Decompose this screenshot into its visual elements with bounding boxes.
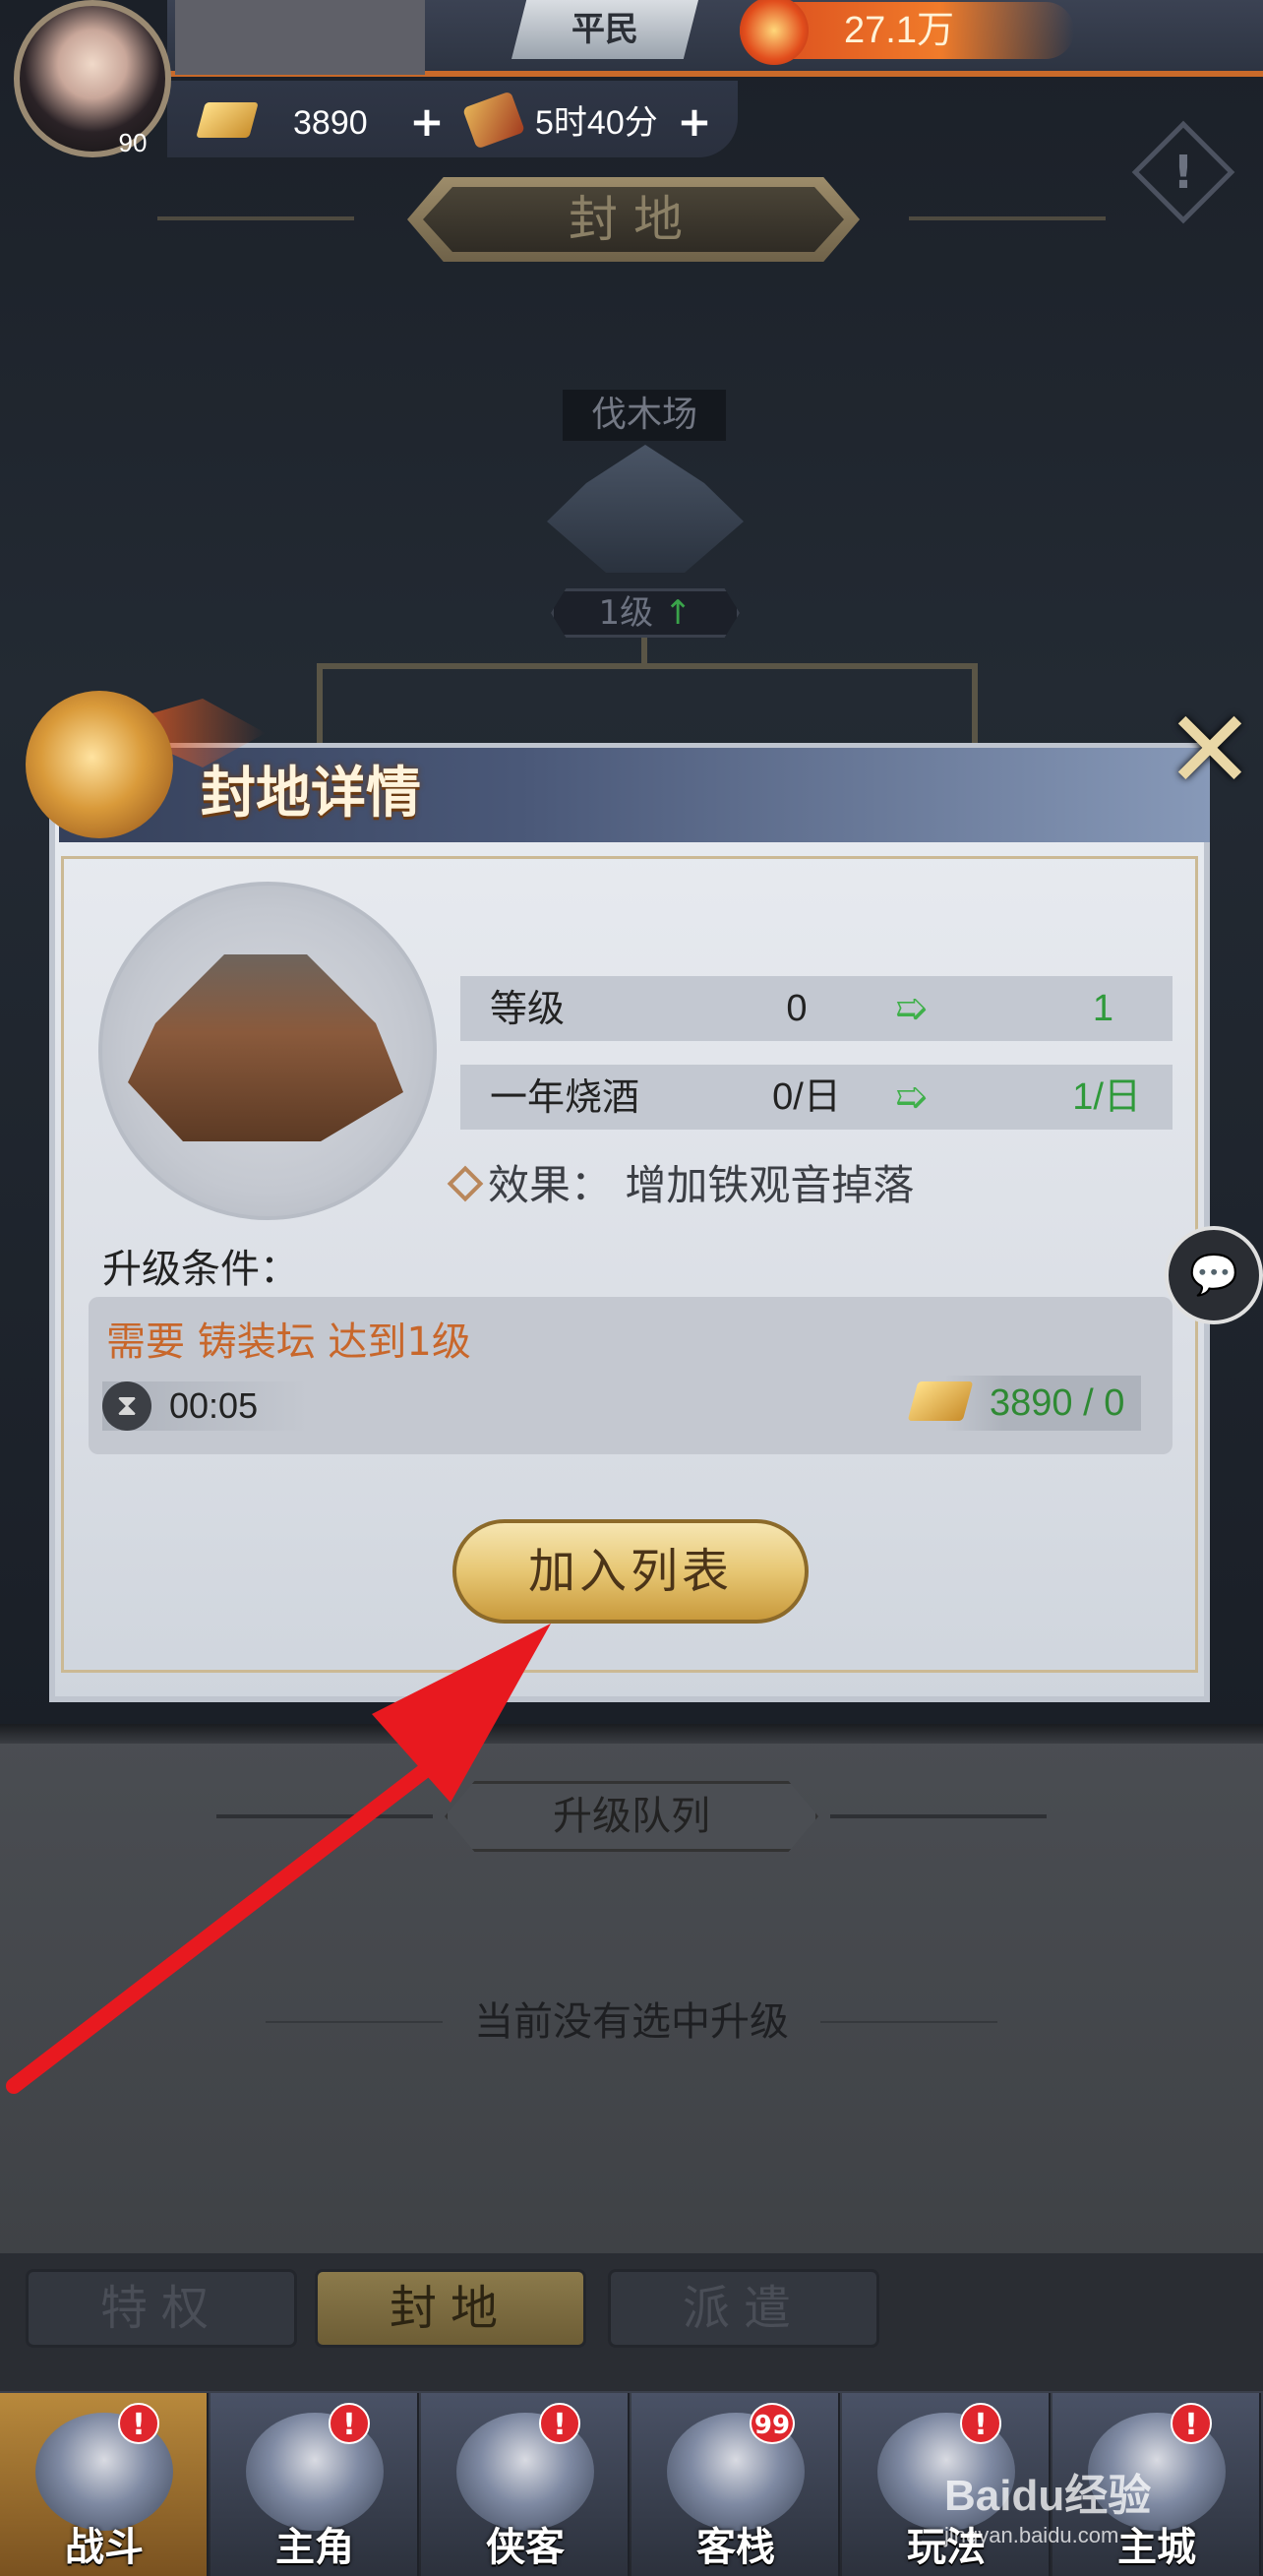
player-level: 90 <box>118 128 148 157</box>
upgrade-timer: 00:05 <box>169 1385 259 1426</box>
arrow-right-icon: ➯ <box>894 986 928 1031</box>
nav-inn[interactable]: 99 客栈 <box>632 2393 840 2576</box>
add-gold-button[interactable]: + <box>407 101 447 143</box>
requirement-text: 需要 铸装坛 达到1级 <box>106 1319 471 1365</box>
alert-badge: ! <box>539 2403 580 2444</box>
nav-warriors[interactable]: ! 侠客 <box>421 2393 630 2576</box>
watermark-url: jingyan.baidu.com <box>944 2523 1119 2547</box>
alert-badge: ! <box>1171 2403 1212 2444</box>
baidu-watermark: Baidu经验 jingyan.baidu.com <box>944 2460 1259 2568</box>
rank-badge: 平民 <box>511 0 698 59</box>
tree-connector-horizontal <box>317 663 978 669</box>
stat-next-liquor: 1/日 <box>1072 1076 1141 1118</box>
nav-battle[interactable]: ! 战斗 <box>0 2393 209 2576</box>
stat-label-level: 等级 <box>490 987 566 1030</box>
gold-ingot-icon <box>196 102 259 138</box>
power-value: 27.1万 <box>844 10 954 51</box>
fief-title: 封地 <box>423 187 844 252</box>
alert-badge: ! <box>960 2403 1001 2444</box>
stat-current-liquor: 0/日 <box>772 1076 841 1118</box>
lumber-yard-level: 1级 ↑ <box>551 588 740 638</box>
upgrade-conditions-title: 升级条件： <box>102 1247 299 1292</box>
nav-label: 主角 <box>275 2524 354 2570</box>
dialog-title: 封地详情 <box>201 762 421 826</box>
add-time-button[interactable]: + <box>675 101 714 143</box>
stat-next-level: 1 <box>1092 988 1113 1029</box>
hourglass-icon: ⧗ <box>102 1381 151 1431</box>
upgrade-queue-title: 升级队列 <box>445 1781 818 1852</box>
gold-ingot-icon <box>907 1381 974 1421</box>
banner-deco-right <box>909 216 1106 220</box>
tab-fief[interactable]: 封地 <box>315 2269 586 2348</box>
tab-dispatch[interactable]: 派遣 <box>608 2269 879 2348</box>
nav-label: 侠客 <box>486 2524 565 2570</box>
level-up-arrow-icon: ↑ <box>653 593 692 633</box>
upgrade-cost: 3890 / 0 <box>990 1382 1125 1424</box>
tree-connector-right <box>972 663 978 752</box>
effect-text: 效果： 增加铁观音掉落 <box>488 1161 915 1209</box>
stat-current-level: 0 <box>786 988 808 1029</box>
queue-empty-text: 当前没有选中升级 <box>474 1999 789 2045</box>
count-badge: 99 <box>750 2403 795 2444</box>
lumber-yard-level-text: 1级 <box>598 593 654 633</box>
watermark-brand: Baidu经验 <box>944 2472 1152 2520</box>
nav-label: 客栈 <box>696 2524 775 2570</box>
nav-hero[interactable]: ! 主角 <box>210 2393 419 2576</box>
tree-connector-left <box>317 663 323 752</box>
gold-value: 3890 <box>293 104 368 142</box>
time-resource-value: 5时40分 <box>535 104 658 142</box>
alert-badge: ! <box>118 2403 159 2444</box>
warning-mark: ! <box>1173 146 1194 199</box>
queue-deco-right <box>830 1814 1047 1818</box>
stat-label-liquor: 一年烧酒 <box>490 1075 640 1119</box>
dragon-emblem-icon <box>26 691 173 838</box>
section-divider <box>0 1724 1263 1744</box>
banner-deco-left <box>157 216 354 220</box>
player-name-redacted <box>175 0 425 75</box>
queue-deco-left <box>216 1814 433 1818</box>
lumber-yard-label: 伐木场 <box>563 390 726 441</box>
add-to-list-button[interactable]: 加入列表 <box>452 1519 809 1624</box>
nav-label: 战斗 <box>65 2524 144 2570</box>
arrow-right-icon: ➯ <box>894 1074 928 1120</box>
chat-bubble-icon[interactable]: 💬 <box>1165 1226 1263 1324</box>
close-icon[interactable]: ✕ <box>1161 696 1259 804</box>
tab-privilege[interactable]: 特权 <box>26 2269 297 2348</box>
alert-badge: ! <box>329 2403 370 2444</box>
